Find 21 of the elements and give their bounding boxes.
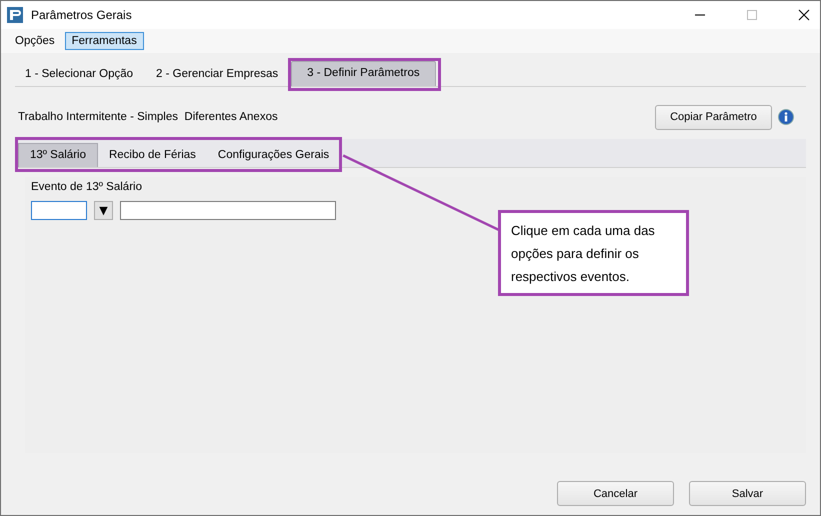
dropdown-button[interactable]: ▼ <box>94 201 113 220</box>
section-title: Trabalho Intermitente - Simples Diferentes Anexos <box>18 111 278 123</box>
app-logo-icon <box>7 7 23 23</box>
field-label: Evento de 13º Salário <box>31 181 143 193</box>
copy-parameter-button[interactable]: Copiar Parâmetro <box>655 104 772 130</box>
window-title: Parâmetros Gerais <box>31 8 132 22</box>
dialog-button[interactable]: Cancelar <box>557 481 674 506</box>
menu-item[interactable]: Opções <box>8 32 62 50</box>
step-tab[interactable]: 2 - Gerenciar Empresas <box>146 62 288 86</box>
close-icon[interactable] <box>798 9 810 21</box>
tab[interactable]: Recibo de Férias <box>98 143 207 167</box>
tab[interactable]: Configurações Gerais <box>206 143 340 167</box>
menu-item[interactable]: Ferramentas <box>64 32 144 50</box>
tab[interactable]: 13º Salário <box>18 143 98 167</box>
code-input-field[interactable] <box>31 201 87 220</box>
step-tab[interactable]: 3 - Definir Parâmetros <box>291 61 436 86</box>
description-input-field[interactable] <box>120 201 336 220</box>
info-icon[interactable] <box>778 109 794 125</box>
dialog-button[interactable]: Salvar <box>689 481 806 506</box>
callout-note: Clique em cada uma das opções para definir os respectivos eventos. <box>498 210 689 296</box>
step-tab[interactable]: 1 - Selecionar Opção <box>15 62 144 86</box>
